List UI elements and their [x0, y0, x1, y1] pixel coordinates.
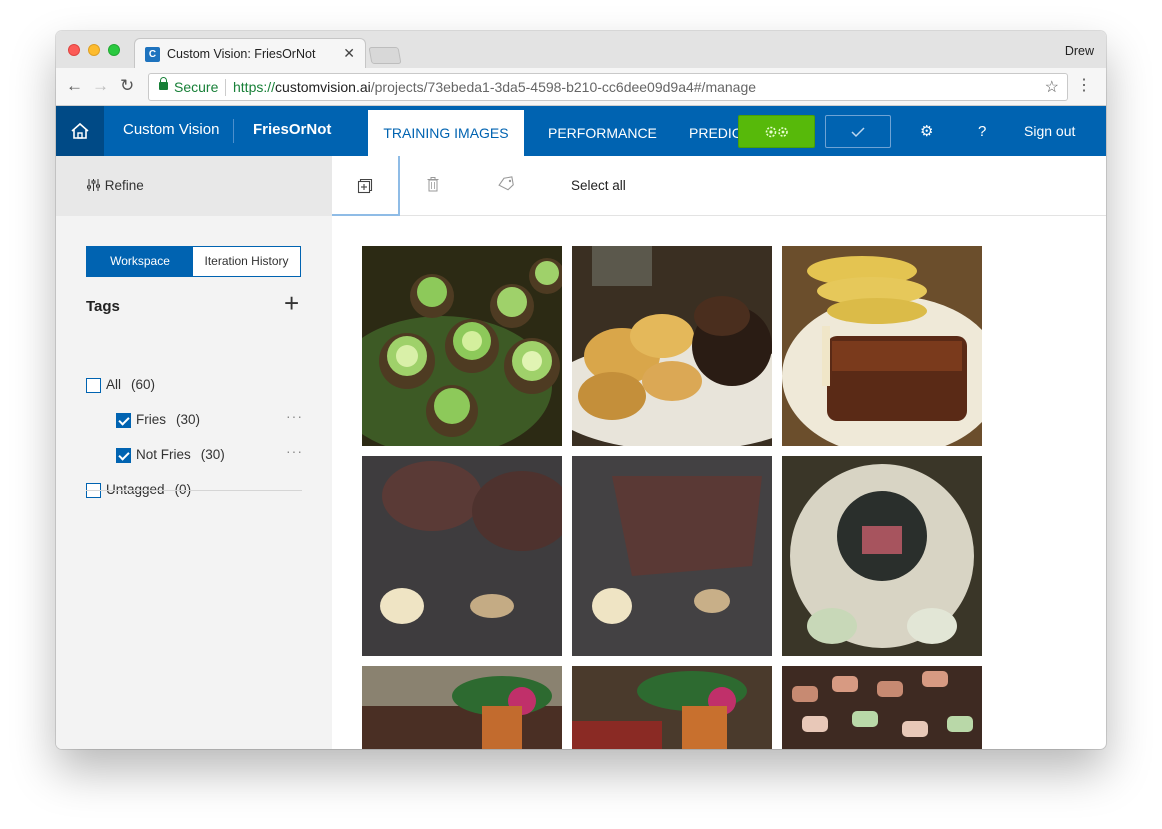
add-tag-plus-icon[interactable]: +: [284, 290, 299, 316]
workspace-toggle: Workspace Iteration History: [86, 246, 301, 277]
image-thumbnail[interactable]: [782, 666, 982, 749]
train-button[interactable]: [738, 115, 815, 148]
tag-count-all: (60): [131, 377, 156, 392]
iteration-history-option[interactable]: Iteration History: [193, 247, 300, 276]
profile-name[interactable]: Drew: [1065, 44, 1094, 58]
refine-bar[interactable]: Refine: [56, 156, 332, 216]
tag-more-options-icon[interactable]: ···: [286, 443, 303, 459]
close-window-button[interactable]: [68, 44, 80, 56]
refine-button[interactable]: Refine: [86, 178, 144, 193]
bookmark-star-icon[interactable]: ☆: [1045, 77, 1059, 97]
browser-tab[interactable]: C Custom Vision: FriesOrNot ✕: [134, 38, 366, 69]
url-path: /projects/73ebeda1-3da5-4598-b210-cc6dee…: [370, 79, 757, 95]
url-input[interactable]: Secure https://customvision.ai/projects/…: [148, 73, 1068, 101]
project-name[interactable]: FriesOrNot: [253, 121, 331, 138]
image-thumbnail[interactable]: [782, 456, 982, 656]
tag-checkbox-all[interactable]: [86, 378, 101, 393]
new-tab-button[interactable]: [368, 47, 402, 64]
quick-test-button[interactable]: [825, 115, 891, 148]
zoom-window-button[interactable]: [108, 44, 120, 56]
minimize-window-button[interactable]: [88, 44, 100, 56]
image-thumbnail[interactable]: [572, 456, 772, 656]
add-images-button[interactable]: [332, 156, 400, 216]
favicon-icon: C: [145, 47, 160, 62]
lock-icon: [159, 77, 168, 90]
tab-performance-label: PERFORMANCE: [548, 125, 657, 141]
tag-name-all: All: [106, 377, 122, 392]
add-images-icon: [357, 178, 373, 194]
browser-window: C Custom Vision: FriesOrNot ✕ Drew ← → ↻…: [56, 31, 1106, 749]
image-thumbnail[interactable]: [572, 246, 772, 446]
select-all-button[interactable]: Select all: [571, 178, 626, 193]
url-text: https://customvision.ai/projects/73ebeda…: [233, 79, 756, 95]
app-header: Custom Vision FriesOrNot TRAINING IMAGES…: [56, 106, 1106, 156]
tab-training-images[interactable]: TRAINING IMAGES: [368, 106, 524, 156]
checkmark-icon: [851, 127, 865, 138]
tab-training-images-label: TRAINING IMAGES: [383, 125, 509, 141]
image-thumbnail[interactable]: [362, 456, 562, 656]
url-host: customvision.ai: [275, 79, 371, 95]
image-thumbnail[interactable]: [572, 666, 772, 749]
address-bar: ← → ↻ Secure https://customvision.ai/pro…: [56, 68, 1106, 106]
gears-icon: [765, 126, 788, 138]
tag-count-fries: (30): [176, 412, 201, 427]
image-grid: [362, 246, 992, 749]
tag-icon[interactable]: [497, 176, 515, 196]
secure-label: Secure: [174, 79, 219, 95]
url-scheme: https://: [233, 79, 276, 95]
title-bar: C Custom Vision: FriesOrNot ✕ Drew: [56, 31, 1106, 69]
tag-label-not-fries: Not Fries (30): [136, 447, 225, 462]
home-icon: [71, 122, 89, 139]
help-icon[interactable]: ?: [978, 123, 986, 140]
tab-predictions-label: PREDICTIONS: [689, 125, 739, 141]
sidebar-divider: [86, 490, 302, 491]
tags-heading: Tags: [86, 298, 120, 315]
back-arrow-icon[interactable]: ←: [66, 76, 83, 96]
browser-menu-icon[interactable]: ⋮: [1076, 75, 1092, 95]
settings-gear-icon[interactable]: ⚙: [920, 122, 933, 140]
filter-sliders-icon: [87, 179, 100, 191]
tag-label-fries: Fries (30): [136, 412, 200, 427]
tab-close-icon[interactable]: ✕: [343, 45, 355, 62]
brand-name[interactable]: Custom Vision: [123, 121, 219, 138]
tag-checkbox-not-fries[interactable]: [116, 448, 131, 463]
home-button[interactable]: [56, 106, 104, 156]
image-thumbnail[interactable]: [362, 666, 562, 749]
tab-performance[interactable]: PERFORMANCE: [548, 106, 657, 156]
sidebar: Refine Workspace Iteration History Tags …: [56, 156, 332, 749]
tag-count-not-fries: (30): [200, 447, 225, 462]
delete-trash-icon[interactable]: [426, 176, 440, 196]
tag-label-all: All (60): [106, 377, 155, 392]
tag-name-not-fries: Not Fries: [136, 447, 191, 462]
tag-name-fries: Fries: [136, 412, 166, 427]
image-thumbnail[interactable]: [782, 246, 982, 446]
reload-icon[interactable]: ↻: [120, 76, 134, 96]
image-thumbnail[interactable]: [362, 246, 562, 446]
tag-checkbox-fries[interactable]: [116, 413, 131, 428]
refine-label: Refine: [104, 178, 144, 193]
tab-predictions[interactable]: PREDICTIONS: [689, 106, 739, 156]
brand-divider: [233, 119, 234, 143]
tag-more-options-icon[interactable]: ···: [286, 408, 303, 424]
forward-arrow-icon[interactable]: →: [92, 76, 109, 96]
sign-out-link[interactable]: Sign out: [1024, 123, 1075, 139]
tab-title: Custom Vision: FriesOrNot: [167, 47, 316, 61]
workspace-option[interactable]: Workspace: [87, 247, 193, 276]
image-toolbar: Select all: [332, 156, 1106, 216]
url-separator: [225, 79, 226, 96]
